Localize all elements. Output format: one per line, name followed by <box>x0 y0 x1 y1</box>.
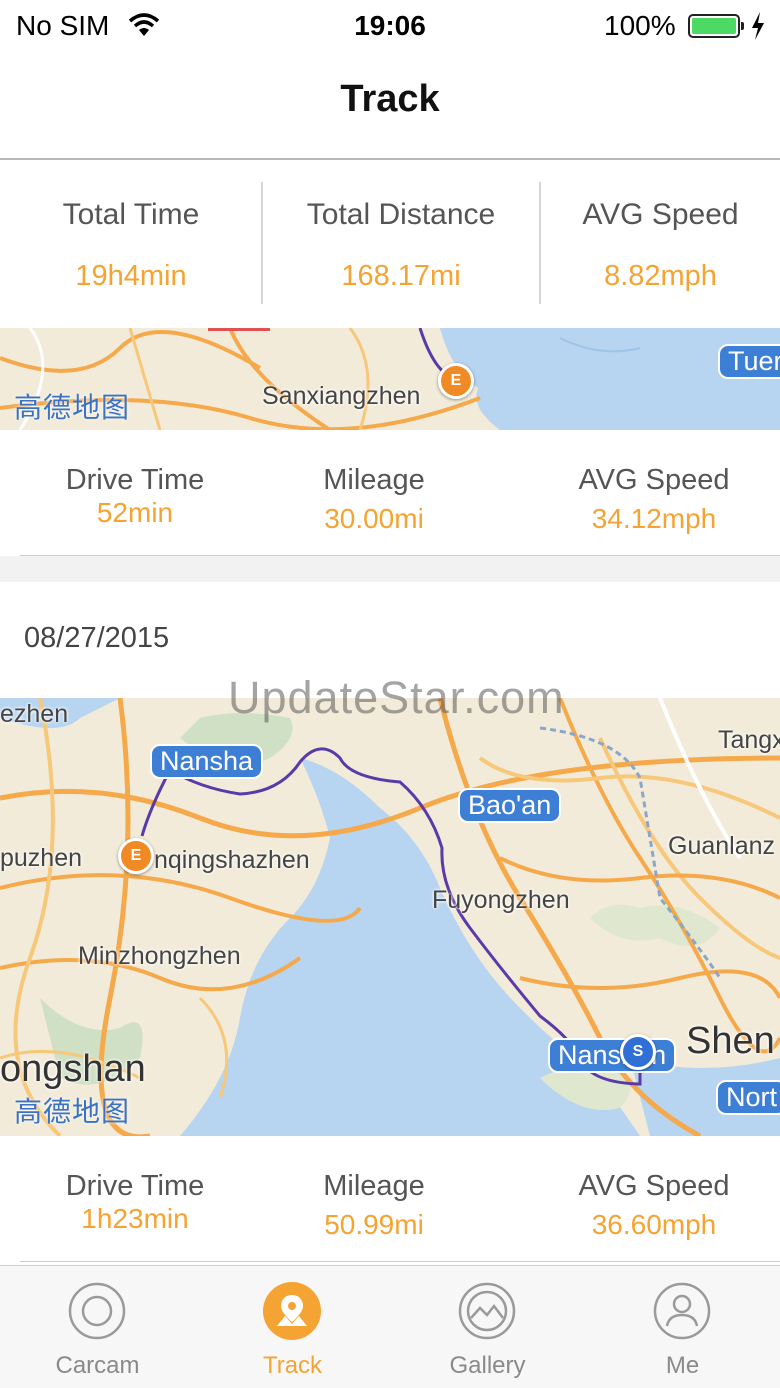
battery-percent: 100% <box>604 10 676 41</box>
map-provider-logo: 高德地图 <box>14 392 131 423</box>
trip-stats: Drive Time 1h23min Mileage 50.99mi AVG S… <box>0 1136 780 1262</box>
stat-mileage: Mileage 30.00mi <box>240 464 508 535</box>
battery-cap <box>741 22 744 30</box>
stat-label: Drive Time <box>65 1170 205 1202</box>
tab-label: Gallery <box>449 1352 526 1379</box>
stat-value: 52min <box>96 497 174 528</box>
stat-drive-time: Drive Time 1h23min <box>0 1170 270 1235</box>
map-provider-logo: 高德地图 <box>14 1096 131 1127</box>
trip-end-marker[interactable]: E <box>438 363 474 399</box>
map-district-badge: Tuer <box>718 344 780 379</box>
charging-icon <box>752 12 764 40</box>
stat-avg-speed: AVG Speed 34.12mph <box>520 464 780 535</box>
camera-lens-icon <box>68 1282 126 1340</box>
stat-label: Mileage <box>323 1170 425 1202</box>
summary-label: AVG Speed <box>582 198 739 231</box>
stat-mileage: Mileage 50.99mi <box>240 1170 508 1241</box>
status-bar: No SIM 19:06 100% <box>0 0 780 54</box>
stat-label: Mileage <box>323 464 425 496</box>
page-title: Track <box>340 78 440 120</box>
tab-me[interactable]: Me <box>585 1266 780 1388</box>
map-city-label: ongshan <box>0 1048 146 1090</box>
summary-value: 8.82mph <box>604 260 717 292</box>
divider <box>20 1261 780 1262</box>
map-place-label: Guanlanz <box>668 832 776 860</box>
summary-avg-speed: AVG Speed 8.82mph <box>541 160 780 328</box>
summary-label: Total Time <box>62 198 200 231</box>
stat-value: 34.12mph <box>591 503 717 534</box>
gallery-icon <box>458 1282 516 1340</box>
stat-value: 30.00mi <box>324 503 424 534</box>
map-place-label: nqingshazhen <box>154 846 310 874</box>
nav-bar: Track <box>0 54 780 160</box>
trip-map[interactable]: ezhen Tangx Guanlanz puzhen nqingshazhen… <box>0 698 780 1136</box>
stat-value: 36.60mph <box>591 1209 717 1240</box>
stat-value: 1h23min <box>81 1203 189 1234</box>
section-separator <box>0 556 780 582</box>
summary-value: 168.17mi <box>341 260 461 292</box>
tab-carcam[interactable]: Carcam <box>0 1266 195 1388</box>
stat-label: AVG Speed <box>578 464 730 496</box>
map-district-badge: Bao'an <box>458 788 562 823</box>
map-place-label: puzhen <box>0 844 83 872</box>
trip-end-marker[interactable]: E <box>118 838 154 874</box>
map-district-badge: Nansha <box>150 744 264 779</box>
stat-label: Drive Time <box>65 464 205 496</box>
map-district-badge: Nanshan <box>548 1038 677 1073</box>
tab-bar: Carcam Track Gallery Me <box>0 1265 780 1388</box>
stat-value: 50.99mi <box>324 1209 424 1240</box>
map-city-label: Shen <box>686 1020 775 1062</box>
battery-icon <box>688 14 740 38</box>
map-place-label: Fuyongzhen <box>432 886 570 914</box>
summary-value: 19h4min <box>75 260 187 292</box>
track-summary: Total Time 19h4min Total Distance 168.17… <box>0 160 780 328</box>
stat-avg-speed: AVG Speed 36.60mph <box>520 1170 780 1241</box>
map-place-label: Tangx <box>718 726 780 754</box>
stat-label: AVG Speed <box>578 1170 730 1202</box>
watermark: UpdateStar.com <box>228 672 565 723</box>
map-place-label: Minzhongzhen <box>78 942 241 970</box>
summary-label: Total Distance <box>306 198 496 231</box>
tab-label: Me <box>665 1352 700 1379</box>
summary-total-time: Total Time 19h4min <box>0 160 262 328</box>
summary-total-distance: Total Distance 168.17mi <box>263 160 539 328</box>
tab-track[interactable]: Track <box>195 1266 390 1388</box>
tab-label: Carcam <box>55 1352 140 1379</box>
map-place-label: ezhen <box>0 700 69 728</box>
trip-date: 08/27/2015 <box>24 622 170 654</box>
person-icon <box>653 1282 711 1340</box>
map-place-label: Sanxiangzhen <box>262 382 421 410</box>
tab-label: Track <box>262 1352 323 1379</box>
map-district-badge: Nort <box>716 1080 780 1115</box>
tab-gallery[interactable]: Gallery <box>390 1266 585 1388</box>
map-pin-icon <box>263 1282 321 1340</box>
trip-map[interactable]: Sanxiangzhen Tuer 高德地图 E <box>0 328 780 430</box>
trip-stats: Drive Time 52min Mileage 30.00mi AVG Spe… <box>0 430 780 556</box>
stat-drive-time: Drive Time 52min <box>0 464 270 529</box>
trip-start-marker[interactable]: S <box>620 1034 656 1070</box>
